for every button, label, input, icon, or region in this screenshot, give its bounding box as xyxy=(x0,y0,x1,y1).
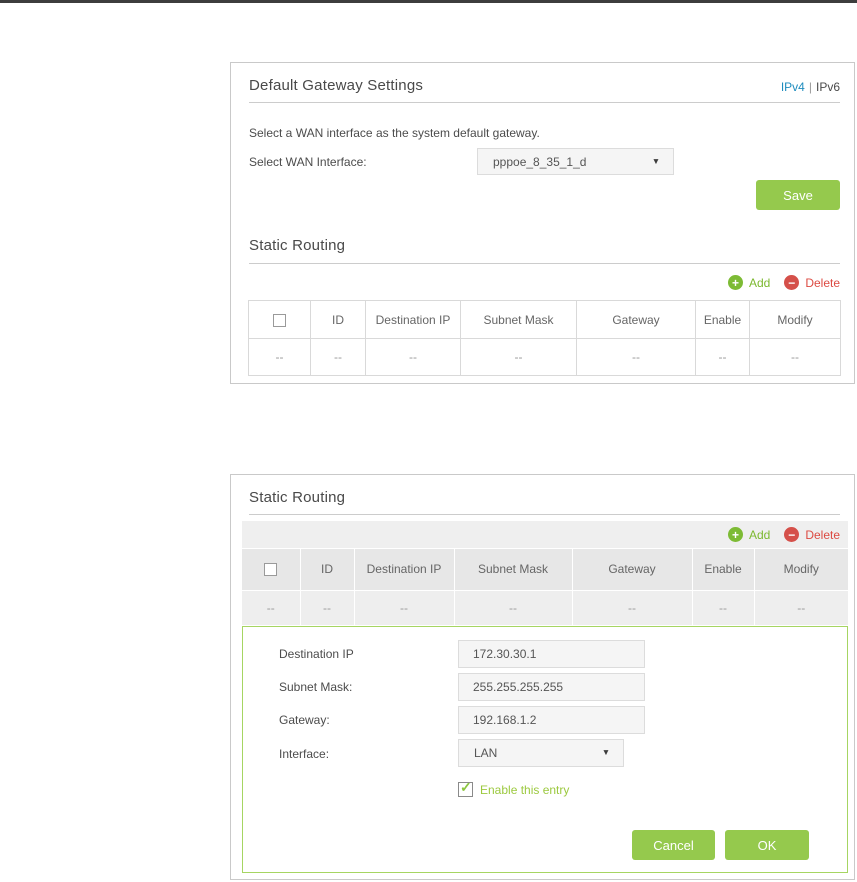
page: Default Gateway Settings IPv4 | IPv6 Selec… xyxy=(0,0,857,882)
empty-cell: -- xyxy=(249,339,311,376)
empty-cell: -- xyxy=(311,339,366,376)
delete-icon[interactable]: − xyxy=(784,527,799,542)
chevron-down-icon: ▼ xyxy=(602,748,610,757)
gateway-description: Select a WAN interface as the system def… xyxy=(249,126,540,140)
static-routing-section-title: Static Routing xyxy=(249,237,345,254)
table-empty-row: -- -- -- -- -- -- -- xyxy=(249,339,841,376)
interface-label: Interface: xyxy=(279,747,329,761)
checkmark-icon: ✓ xyxy=(460,779,472,796)
header-checkbox-cell xyxy=(242,549,300,590)
panel-title: Static Routing xyxy=(249,489,345,506)
destination-ip-label: Destination IP xyxy=(279,647,354,661)
table-actions: + Add − Delete xyxy=(728,275,840,290)
header-id: ID xyxy=(300,549,354,590)
table-header-row: ID Destination IP Subnet Mask Gateway En… xyxy=(249,301,841,339)
header-subnet-mask: Subnet Mask xyxy=(454,549,572,590)
cancel-button[interactable]: Cancel xyxy=(632,830,715,860)
wan-interface-select[interactable]: pppoe_8_35_1_d ▼ xyxy=(477,148,674,175)
empty-cell: -- xyxy=(354,590,454,625)
header-destination-ip: Destination IP xyxy=(366,301,461,339)
empty-cell: -- xyxy=(454,590,572,625)
gateway-field[interactable] xyxy=(458,706,645,734)
empty-cell: -- xyxy=(750,339,841,376)
header-id: ID xyxy=(311,301,366,339)
ipv6-link[interactable]: IPv6 xyxy=(816,80,840,94)
table-actions: + Add − Delete xyxy=(728,527,840,542)
table-header-row: ID Destination IP Subnet Mask Gateway En… xyxy=(242,549,848,590)
static-routing-table: ID Destination IP Subnet Mask Gateway En… xyxy=(242,549,848,625)
enable-entry-row: ✓ Enable this entry xyxy=(458,782,569,797)
empty-cell: -- xyxy=(242,590,300,625)
header-enable: Enable xyxy=(696,301,750,339)
top-toolbar-edge xyxy=(0,0,857,3)
add-button[interactable]: Add xyxy=(749,528,770,542)
header-checkbox-cell xyxy=(249,301,311,339)
destination-ip-field[interactable] xyxy=(458,640,645,668)
ok-button[interactable]: OK xyxy=(725,830,809,860)
default-gateway-settings-panel: Default Gateway Settings IPv4 | IPv6 Selec… xyxy=(230,62,855,384)
title-divider xyxy=(249,102,840,103)
header-destination-ip: Destination IP xyxy=(354,549,454,590)
empty-cell: -- xyxy=(754,590,848,625)
delete-icon[interactable]: − xyxy=(784,275,799,290)
wan-interface-label: Select WAN Interface: xyxy=(249,155,367,169)
static-routing-panel: Static Routing + Add − Delete ID Destina… xyxy=(230,474,855,880)
empty-cell: -- xyxy=(577,339,696,376)
empty-cell: -- xyxy=(366,339,461,376)
enable-entry-label: Enable this entry xyxy=(480,783,569,797)
interface-selected-value: LAN xyxy=(474,746,497,760)
subnet-mask-field[interactable] xyxy=(458,673,645,701)
table-toolbar: + Add − Delete xyxy=(242,521,848,548)
header-enable: Enable xyxy=(692,549,754,590)
interface-select[interactable]: LAN ▼ xyxy=(458,739,624,767)
enable-entry-checkbox[interactable]: ✓ xyxy=(458,782,473,797)
empty-cell: -- xyxy=(300,590,354,625)
ip-version-switch: IPv4 | IPv6 xyxy=(781,80,840,94)
delete-button[interactable]: Delete xyxy=(805,276,840,290)
header-subnet-mask: Subnet Mask xyxy=(461,301,577,339)
chevron-down-icon: ▼ xyxy=(652,157,660,166)
header-gateway: Gateway xyxy=(577,301,696,339)
select-all-checkbox[interactable] xyxy=(273,314,286,327)
subnet-mask-label: Subnet Mask: xyxy=(279,680,352,694)
header-modify: Modify xyxy=(754,549,848,590)
add-icon[interactable]: + xyxy=(728,275,743,290)
route-entry-form: Destination IP Subnet Mask: Gateway: Int… xyxy=(242,626,848,873)
header-gateway: Gateway xyxy=(572,549,692,590)
title-divider xyxy=(249,514,840,515)
add-button[interactable]: Add xyxy=(749,276,770,290)
static-routing-table: ID Destination IP Subnet Mask Gateway En… xyxy=(248,300,841,376)
empty-cell: -- xyxy=(572,590,692,625)
section-divider xyxy=(249,263,840,264)
wan-interface-selected-value: pppoe_8_35_1_d xyxy=(493,155,586,169)
empty-cell: -- xyxy=(461,339,577,376)
table-empty-row: -- -- -- -- -- -- -- xyxy=(242,590,848,625)
header-modify: Modify xyxy=(750,301,841,339)
select-all-checkbox[interactable] xyxy=(264,563,277,576)
panel-title: Default Gateway Settings xyxy=(249,77,423,94)
save-button[interactable]: Save xyxy=(756,180,840,210)
gateway-label: Gateway: xyxy=(279,713,330,727)
add-icon[interactable]: + xyxy=(728,527,743,542)
empty-cell: -- xyxy=(696,339,750,376)
ipv4-link[interactable]: IPv4 xyxy=(781,80,805,94)
empty-cell: -- xyxy=(692,590,754,625)
delete-button[interactable]: Delete xyxy=(805,528,840,542)
ip-links-separator: | xyxy=(809,80,812,94)
